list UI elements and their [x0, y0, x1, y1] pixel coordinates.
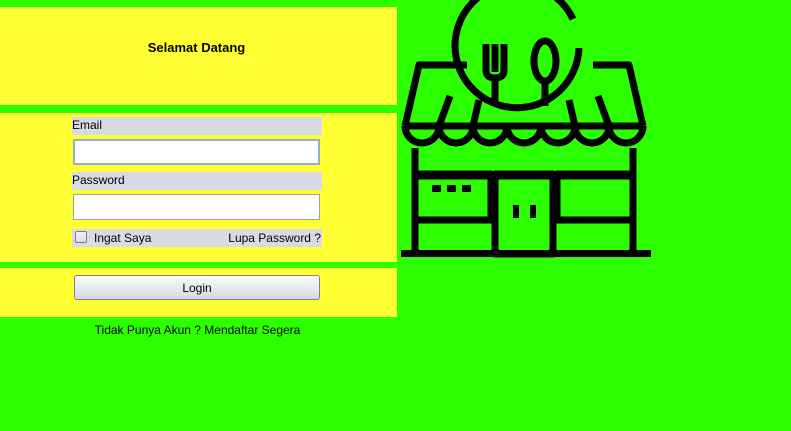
options-row: Ingat Saya Lupa Password ?: [72, 229, 322, 247]
remember-me-checkbox[interactable]: [75, 231, 87, 243]
email-label: Email: [72, 117, 322, 135]
remember-me-label[interactable]: Ingat Saya: [94, 231, 151, 245]
header-panel: Selamat Datang: [0, 7, 397, 105]
forgot-password-link[interactable]: Lupa Password ?: [228, 231, 321, 245]
password-label: Password: [72, 172, 322, 190]
login-form-panel: Email Password Ingat Saya Lupa Password …: [0, 113, 397, 262]
login-button-panel: Login: [0, 268, 397, 317]
password-field[interactable]: [73, 194, 320, 220]
signup-link[interactable]: Tidak Punya Akun ? Mendaftar Segera: [0, 323, 395, 337]
email-field[interactable]: [73, 139, 320, 165]
login-button[interactable]: Login: [74, 275, 320, 300]
page-title: Selamat Datang: [147, 40, 246, 55]
restaurant-store-icon: [401, 0, 651, 258]
